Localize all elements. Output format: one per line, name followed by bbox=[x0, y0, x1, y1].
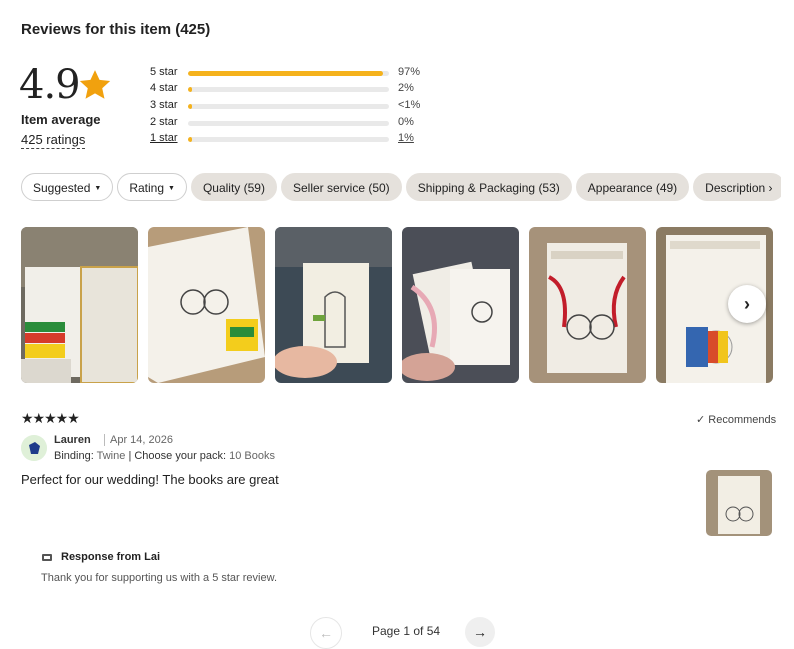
next-page-button[interactable]: → bbox=[465, 617, 495, 647]
caret-down-icon: ▼ bbox=[94, 184, 102, 192]
review-variations: Binding: Twine | Choose your pack: 10 Bo… bbox=[54, 450, 275, 462]
photo-crayons-box bbox=[21, 227, 138, 383]
rating-dropdown[interactable]: Rating ▼ bbox=[117, 173, 187, 201]
response-text: Thank you for supporting us with a 5 sta… bbox=[41, 572, 278, 584]
review-text: Perfect for our wedding! The books are g… bbox=[21, 472, 279, 487]
chevron-right-icon: › bbox=[744, 294, 750, 314]
rating-label: Rating bbox=[129, 181, 165, 195]
review-attached-photo[interactable] bbox=[706, 470, 772, 536]
filter-bar: Suggested ▼ Rating ▼ Quality (59) Seller serv… bbox=[21, 173, 781, 203]
histogram-percent: 97% bbox=[398, 66, 421, 78]
ratings-count-link[interactable]: 425 ratings bbox=[21, 132, 86, 149]
response-title: Response from Lai bbox=[61, 551, 161, 563]
histogram-percent: <1% bbox=[398, 99, 421, 111]
histogram-label: 4 star bbox=[150, 82, 178, 94]
recommends-badge: ✓ Recommends bbox=[696, 414, 777, 426]
histogram-row-1[interactable]: 1 star 1% bbox=[150, 132, 440, 146]
histogram-row-4: 4 star 2% bbox=[150, 82, 440, 96]
photo-hand-holding-book bbox=[275, 227, 392, 383]
shop-icon bbox=[42, 554, 52, 561]
reviewer-name[interactable]: Lauren bbox=[54, 434, 91, 446]
average-rating: 4.9 bbox=[19, 62, 81, 108]
histogram-row-2: 2 star 0% bbox=[150, 116, 440, 130]
review-stars: ★★★★★ bbox=[21, 410, 80, 426]
filter-chip-description-label: Description bbox=[705, 181, 766, 195]
photo-couple-coloring-book bbox=[148, 227, 265, 383]
pack-value: 10 Books bbox=[229, 450, 276, 462]
histogram-fill bbox=[188, 71, 383, 76]
binding-value: Twine bbox=[96, 450, 126, 462]
histogram-fill bbox=[188, 104, 192, 109]
caret-down-icon: ▼ bbox=[168, 184, 175, 192]
review-photo-4[interactable] bbox=[402, 227, 519, 383]
review-photo-1[interactable] bbox=[21, 227, 138, 383]
histogram-label: 3 star bbox=[150, 99, 178, 111]
filter-chip-shipping[interactable]: Shipping & Packaging (53) bbox=[405, 173, 572, 201]
filter-chip-appearance[interactable]: Appearance (49) bbox=[575, 173, 690, 201]
histogram-bar bbox=[188, 137, 389, 142]
histogram-fill bbox=[188, 137, 192, 142]
filter-chip-quality[interactable]: Quality (59) bbox=[190, 173, 277, 201]
photo-book-thumbnail bbox=[706, 470, 772, 536]
filter-chip-description[interactable]: Description › bbox=[693, 173, 781, 201]
histogram-fill bbox=[188, 87, 192, 92]
histogram-bar bbox=[188, 104, 389, 109]
histogram-label: 5 star bbox=[150, 66, 178, 78]
chevron-right-icon: › bbox=[765, 181, 773, 195]
star-icon bbox=[79, 70, 111, 99]
review-photo-2[interactable] bbox=[148, 227, 265, 383]
sort-dropdown[interactable]: Suggested ▼ bbox=[21, 173, 114, 201]
histogram-label: 2 star bbox=[150, 116, 178, 128]
average-label: Item average bbox=[21, 112, 101, 127]
photo-ribbon-books bbox=[402, 227, 519, 383]
page-indicator: Page 1 of 54 bbox=[372, 624, 441, 638]
reviews-title: Reviews for this item (425) bbox=[21, 21, 211, 38]
review-photo-3[interactable] bbox=[275, 227, 392, 383]
avatar[interactable] bbox=[21, 435, 47, 461]
histogram-percent[interactable]: 1% bbox=[398, 132, 414, 144]
review-photo-5[interactable] bbox=[529, 227, 646, 383]
review-date: Apr 14, 2026 bbox=[104, 434, 173, 446]
binding-label: Binding: bbox=[54, 450, 94, 462]
histogram-row-5: 5 star 97% bbox=[150, 66, 440, 80]
histogram-bar bbox=[188, 121, 389, 126]
histogram-percent: 0% bbox=[398, 116, 414, 128]
pack-label: Choose your pack: bbox=[134, 450, 227, 462]
sort-label: Suggested bbox=[33, 181, 91, 195]
filter-chip-seller-service[interactable]: Seller service (50) bbox=[280, 173, 402, 201]
photo-wrapped-books bbox=[529, 227, 646, 383]
histogram-bar bbox=[188, 87, 389, 92]
histogram-bar bbox=[188, 71, 389, 76]
previous-page-button[interactable]: ← bbox=[310, 617, 342, 649]
gallery-next-button[interactable]: › bbox=[728, 285, 766, 323]
histogram-label[interactable]: 1 star bbox=[150, 132, 178, 144]
histogram-percent: 2% bbox=[398, 82, 414, 94]
histogram-row-3: 3 star <1% bbox=[150, 99, 440, 113]
